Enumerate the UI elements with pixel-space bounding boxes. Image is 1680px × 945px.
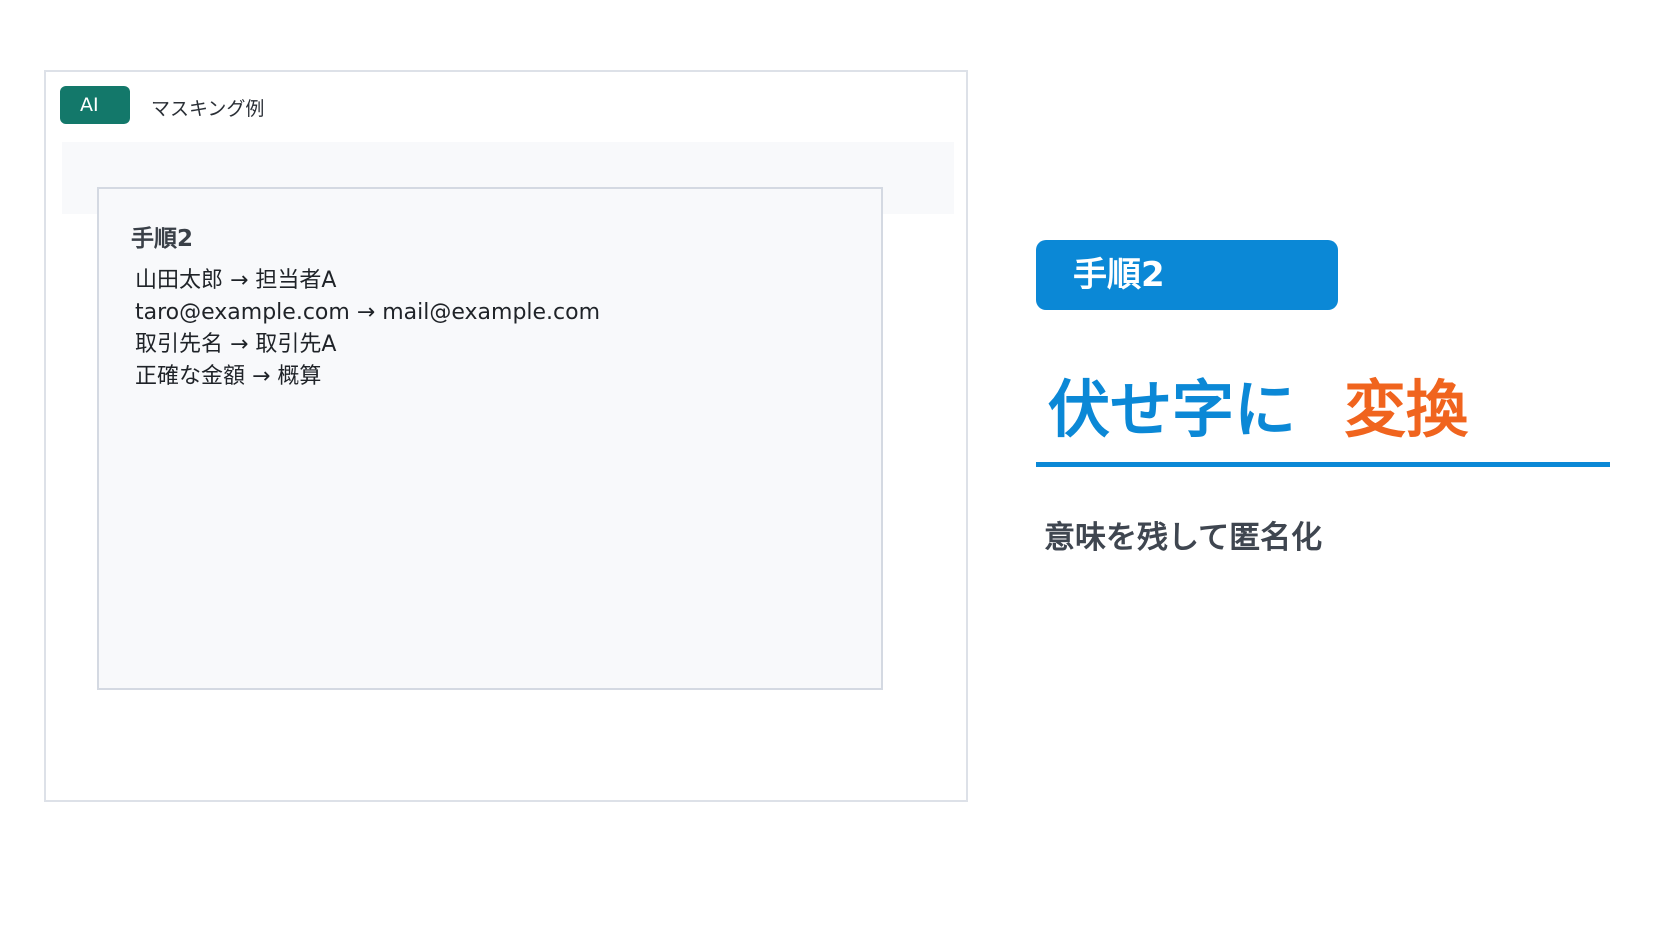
main-heading: 伏せ字に 変換 <box>1048 372 1468 448</box>
window-title: マスキング例 <box>151 98 265 120</box>
masking-line-name: 山田太郎 → 担当者A <box>135 268 337 293</box>
ai-badge: AI <box>60 86 130 124</box>
step-pill: 手順2 <box>1036 240 1338 310</box>
example-window: AI マスキング例 手順2 山田太郎 → 担当者A taro@example.c… <box>44 70 968 802</box>
subtext: 意味を残して匿名化 <box>1044 520 1323 556</box>
masking-line-amount: 正確な金額 → 概算 <box>135 364 322 389</box>
masking-line-client: 取引先名 → 取引先A <box>135 332 337 357</box>
heading-underline <box>1036 462 1610 467</box>
main-heading-part2: 変換 <box>1344 373 1469 446</box>
masking-line-email: taro@example.com → mail@example.com <box>135 300 601 325</box>
card-heading: 手順2 <box>131 226 194 252</box>
page: AI マスキング例 手順2 山田太郎 → 担当者A taro@example.c… <box>0 0 1680 945</box>
masking-list: 山田太郎 → 担当者A taro@example.com → mail@exam… <box>135 265 600 393</box>
masking-card: 手順2 山田太郎 → 担当者A taro@example.com → mail@… <box>97 187 883 690</box>
main-heading-part1: 伏せ字に <box>1048 373 1297 446</box>
